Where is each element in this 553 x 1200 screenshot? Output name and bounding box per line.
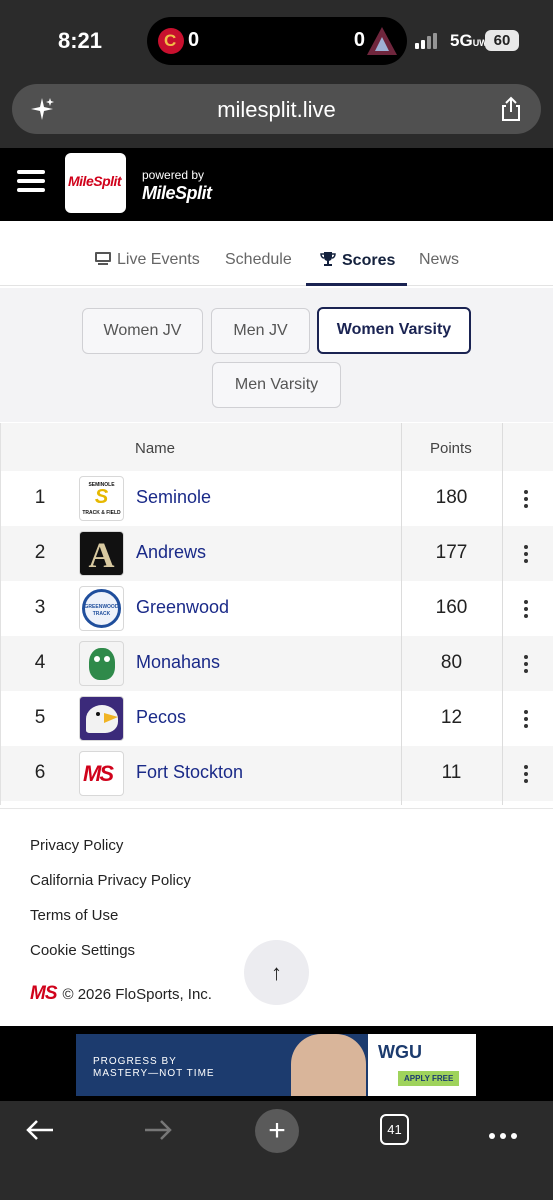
table-header: Name Points xyxy=(1,423,553,471)
monahans-logo xyxy=(79,641,124,686)
team-points: 11 xyxy=(441,762,462,783)
team-points: 160 xyxy=(435,597,468,618)
more-options-icon[interactable] xyxy=(524,655,530,676)
new-tab-button[interactable]: + xyxy=(255,1109,299,1153)
forward-icon[interactable] xyxy=(143,1118,173,1142)
browser-toolbar: + 41 xyxy=(0,1101,553,1200)
more-options-icon[interactable] xyxy=(524,545,530,566)
team-rank: 3 xyxy=(34,597,46,618)
table-row[interactable]: 2 A Andrews 177 xyxy=(1,526,553,581)
team-points: 180 xyxy=(435,487,468,508)
team-rank: 6 xyxy=(34,762,46,783)
privacy-policy-link[interactable]: Privacy Policy xyxy=(30,837,123,854)
status-time: 8:21 xyxy=(58,28,103,53)
ad-strip: PROGRESS BY MASTERY—NOT TIME WGU APPLY FR… xyxy=(0,1026,553,1101)
address-bar-area: milesplit.live xyxy=(0,80,553,148)
copyright: MS © 2026 FloSports, Inc. xyxy=(30,983,212,1005)
wgu-logo: WGU APPLY FREE xyxy=(368,1034,476,1096)
ad-headline: PROGRESS BY MASTERY—NOT TIME xyxy=(93,1056,215,1079)
column-divider xyxy=(502,423,503,805)
score-right: 0 xyxy=(353,29,365,51)
scroll-to-top-button[interactable]: ↑ xyxy=(244,940,309,1005)
team-points: 12 xyxy=(440,707,463,728)
terms-of-use-link[interactable]: Terms of Use xyxy=(30,907,118,924)
more-menu-icon[interactable] xyxy=(489,1126,522,1144)
copyright-text: © 2026 FloSports, Inc. xyxy=(62,986,212,1003)
tab-news[interactable]: News xyxy=(419,251,459,269)
team-name-link[interactable]: Andrews xyxy=(136,542,206,563)
milesplit-mini-logo: MS xyxy=(30,983,57,1004)
team-rank: 4 xyxy=(34,652,46,673)
share-icon[interactable] xyxy=(497,95,525,123)
more-options-icon[interactable] xyxy=(524,710,530,731)
more-options-icon[interactable] xyxy=(524,600,530,621)
network-label: 5GUW xyxy=(450,31,488,50)
team-name-link[interactable]: Seminole xyxy=(136,487,211,508)
milesplit-logo[interactable]: MileSplit xyxy=(65,153,126,213)
powered-by-label: powered by xyxy=(142,168,205,182)
california-privacy-policy-link[interactable]: California Privacy Policy xyxy=(30,872,191,889)
table-row[interactable]: 5 Pecos 12 xyxy=(1,691,553,746)
team-name-link[interactable]: Pecos xyxy=(136,707,186,728)
column-header-name[interactable]: Name xyxy=(135,440,175,457)
avalanche-logo-icon xyxy=(367,27,397,55)
more-options-icon[interactable] xyxy=(524,765,530,786)
trophy-icon xyxy=(320,252,336,266)
filter-women-jv[interactable]: Women JV xyxy=(82,308,203,354)
table-row[interactable]: 6 MS Fort Stockton 11 xyxy=(1,746,553,801)
ad-person-image xyxy=(291,1034,366,1096)
table-row[interactable]: 3 GREENWOOD TRACK Greenwood 160 xyxy=(1,581,553,636)
flames-logo-icon xyxy=(158,28,184,54)
filter-men-varsity[interactable]: Men Varsity xyxy=(212,362,341,408)
menu-icon[interactable] xyxy=(17,170,45,194)
back-icon[interactable] xyxy=(25,1118,55,1142)
seminole-logo: SEMINOLE S TRACK & FIELD xyxy=(79,476,124,521)
cookie-settings-link[interactable]: Cookie Settings xyxy=(30,942,135,959)
column-divider xyxy=(401,423,402,805)
score-left: 0 xyxy=(188,29,200,51)
site-header: MileSplit powered by MileSplit xyxy=(0,148,553,221)
apply-free-button[interactable]: APPLY FREE xyxy=(398,1071,460,1086)
live-events-icon xyxy=(95,252,111,265)
team-rank: 5 xyxy=(34,707,46,728)
table-row[interactable]: 4 Monahans 80 xyxy=(1,636,553,691)
team-rank: 2 xyxy=(34,542,46,563)
more-options-icon[interactable] xyxy=(524,490,530,511)
division-filters: Women JV Men JV Women Varsity Men Varsit… xyxy=(0,288,553,422)
team-name-link[interactable]: Fort Stockton xyxy=(136,762,243,783)
greenwood-logo: GREENWOOD TRACK xyxy=(79,586,124,631)
pecos-logo xyxy=(79,696,124,741)
powered-by-logo: MileSplit xyxy=(142,183,212,203)
team-rank: 1 xyxy=(34,487,46,508)
wgu-ad-banner[interactable]: PROGRESS BY MASTERY—NOT TIME WGU APPLY FR… xyxy=(76,1034,476,1096)
tab-scores[interactable]: Scores xyxy=(320,251,395,270)
team-scores-table: Name Points 1 SEMINOLE S TRACK & FIELD S… xyxy=(0,423,553,805)
tab-switcher-button[interactable]: 41 xyxy=(380,1114,409,1145)
site-footer: Privacy Policy California Privacy Policy… xyxy=(0,808,553,1026)
active-tab-indicator xyxy=(306,283,407,286)
team-points: 177 xyxy=(435,542,468,563)
filter-women-varsity[interactable]: Women Varsity xyxy=(317,307,471,354)
live-activity-scoreboard[interactable]: 0 0 xyxy=(147,17,407,65)
url-text[interactable]: milesplit.live xyxy=(12,97,541,123)
tab-schedule[interactable]: Schedule xyxy=(225,251,292,269)
filter-men-jv[interactable]: Men JV xyxy=(211,308,310,354)
team-name-link[interactable]: Greenwood xyxy=(136,597,229,618)
battery-indicator: 60 xyxy=(485,30,519,51)
team-points: 80 xyxy=(440,652,463,673)
andrews-logo: A xyxy=(79,531,124,576)
address-bar[interactable]: milesplit.live xyxy=(12,84,541,134)
table-row[interactable]: 1 SEMINOLE S TRACK & FIELD Seminole 180 xyxy=(1,471,553,526)
fort-stockton-logo: MS xyxy=(79,751,124,796)
status-bar: 8:21 0 0 5GUW 60 xyxy=(0,0,553,80)
column-header-points[interactable]: Points xyxy=(430,440,472,457)
arrow-up-icon: ↑ xyxy=(271,960,282,985)
team-name-link[interactable]: Monahans xyxy=(136,652,220,673)
tab-live-events[interactable]: Live Events xyxy=(95,251,200,269)
nav-tabs: Live Events Schedule Scores News xyxy=(0,221,553,286)
